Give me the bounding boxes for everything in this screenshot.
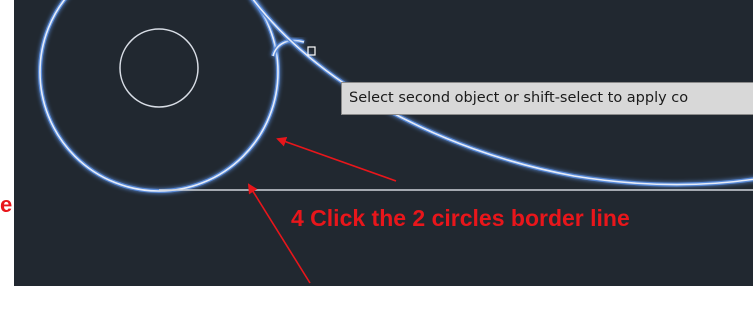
instruction-annotation: 4 Click the 2 circles border line xyxy=(291,205,630,231)
small-inner-circle[interactable] xyxy=(119,28,199,108)
cad-drawing-canvas[interactable]: Select second object or shift-select to … xyxy=(14,0,753,286)
red-arrow-icon xyxy=(247,183,311,284)
red-arrow-icon xyxy=(276,136,397,182)
screenshot-page: e Select second object or shift-select t… xyxy=(0,0,753,313)
command-tooltip: Select second object or shift-select to … xyxy=(341,82,753,115)
left-edge-annotation-fragment: e xyxy=(0,192,13,217)
pickbox-cursor-icon xyxy=(307,46,316,56)
drawing-svg xyxy=(38,0,753,284)
